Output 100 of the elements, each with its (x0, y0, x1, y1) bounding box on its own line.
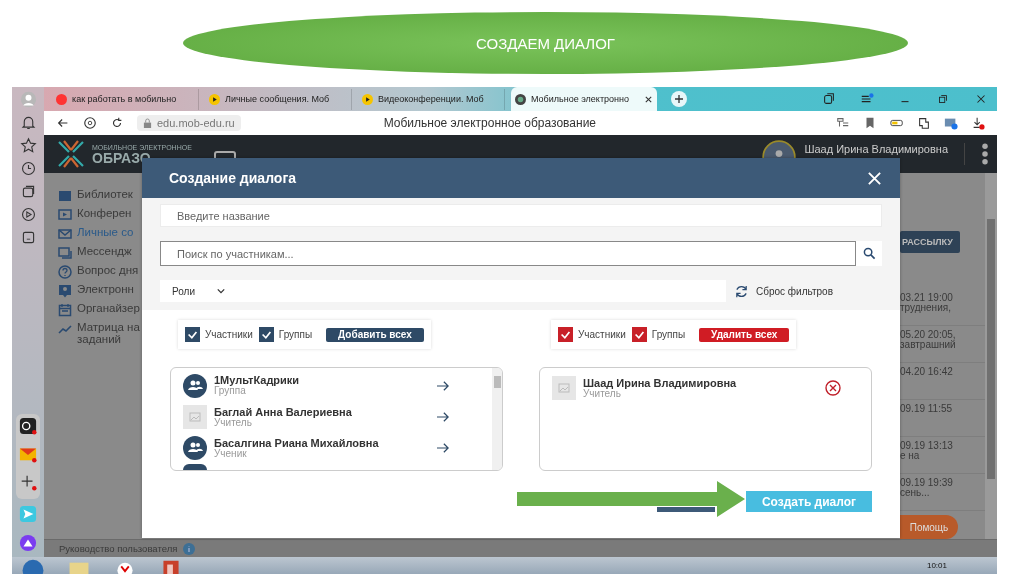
play-icon (209, 93, 220, 105)
protect-icon[interactable] (83, 116, 97, 130)
chart-icon (58, 322, 72, 336)
person-icon (58, 284, 72, 298)
checkbox-label[interactable]: Группы (278, 329, 313, 340)
assistant-icon[interactable] (19, 534, 37, 552)
image-placeholder-icon (552, 376, 576, 400)
restore-icon[interactable] (936, 92, 950, 106)
camera-icon[interactable] (19, 417, 37, 435)
group-icon (183, 436, 207, 461)
message-snippet: е на (900, 451, 921, 461)
browser-tab[interactable]: Видеоконференции. Моб (358, 88, 505, 110)
add-icon[interactable] (19, 473, 37, 491)
search-icon (862, 247, 876, 260)
clock: 10:01 (926, 561, 947, 570)
collections-icon[interactable] (822, 92, 836, 106)
mailing-button[interactable]: РАССЫЛКУ (900, 231, 960, 253)
search-field[interactable]: Поиск по участникам... (160, 241, 856, 266)
browser-tab[interactable]: как работать в мобильно (52, 88, 199, 110)
checkbox-label[interactable]: Участники (578, 329, 626, 340)
start-icon[interactable] (20, 557, 46, 574)
dialog-title: Создание диалога (169, 170, 297, 186)
arrow-right-icon[interactable] (436, 442, 450, 455)
name-field[interactable]: Введите название (160, 204, 882, 227)
image-icon[interactable] (944, 116, 958, 130)
person-name: 1МультКадрики (214, 375, 301, 387)
slide-title: СОЗДАЕМ ДИАЛОГ (476, 34, 615, 52)
question-icon (58, 265, 72, 279)
new-tab-icon[interactable] (671, 91, 687, 107)
message-snippet: сень... (900, 488, 931, 498)
yandex-icon (56, 93, 67, 105)
refresh-icon (734, 283, 749, 299)
mail-icon (58, 227, 72, 241)
message-time: 03.21 19:00 (900, 293, 954, 303)
clock-icon[interactable] (19, 160, 37, 177)
browser-tab[interactable]: Личные сообщения. Моб (205, 88, 352, 110)
nav-item[interactable]: Библиотек (58, 189, 154, 205)
chat-icon (58, 246, 72, 260)
site-icon (515, 93, 526, 105)
reset-filters-button[interactable]: Сброс фильтров (734, 283, 833, 299)
message-time: 09.19 13:13 (900, 441, 954, 451)
scrollbar[interactable] (492, 368, 502, 470)
reader-icon[interactable] (836, 116, 850, 130)
nav-item[interactable]: Матрица на заданий (58, 322, 154, 345)
message-time: 05.20 20:05, (900, 330, 957, 340)
close-icon[interactable] (644, 94, 653, 104)
lock-icon (143, 117, 152, 129)
remove-icon[interactable] (825, 380, 841, 396)
download-icon[interactable] (971, 116, 985, 130)
person-name: Басалгина Риана Михайловна (214, 437, 380, 449)
checkbox-label[interactable]: Группы (651, 329, 686, 340)
message-time: 09.19 11:55 (900, 404, 954, 414)
group-icon (183, 373, 207, 398)
bell-icon[interactable] (19, 114, 37, 131)
star-icon[interactable] (19, 137, 37, 154)
checkbox[interactable] (558, 327, 573, 342)
browser-tab[interactable]: Мобильное электронно (511, 87, 657, 111)
image-placeholder-icon (183, 405, 207, 430)
person-role: Учитель (214, 417, 253, 428)
nav-item[interactable]: Органайзер (58, 303, 154, 319)
guide-link[interactable]: Руководство пользователя (59, 543, 178, 554)
remove-all-button[interactable]: Удалить всех (699, 327, 790, 342)
message-time: 09.19 19:39 (900, 478, 954, 488)
person-name: Баглай Анна Валериевна (214, 406, 353, 418)
address-field[interactable]: edu.mob-edu.ru (137, 115, 241, 131)
play-icon[interactable] (19, 206, 37, 223)
user-name[interactable]: Шаад Ирина Владимировна (804, 135, 948, 155)
roles-dropdown[interactable]: Роли (160, 280, 726, 302)
nav-item[interactable]: Мессендж (58, 246, 154, 262)
extension-icon[interactable] (917, 116, 931, 130)
message-snippet: завтрашний (900, 340, 957, 350)
person-role: Группа (214, 386, 246, 397)
help-button[interactable]: Помощь (900, 515, 958, 539)
add-all-button[interactable]: Добавить всех (326, 327, 424, 342)
reload-icon[interactable] (110, 116, 124, 130)
nav-item[interactable]: Вопрос дня (58, 265, 154, 281)
arrow-right-icon[interactable] (436, 411, 450, 424)
play-icon (362, 93, 373, 105)
calendar-icon (58, 303, 72, 317)
search-button[interactable] (856, 241, 882, 266)
message-time: 04.20 16:42 (900, 367, 954, 377)
nav-item[interactable]: Электронн (58, 284, 154, 300)
arrow-right-icon[interactable] (436, 379, 450, 392)
logo-icon (56, 139, 86, 169)
avatar-icon (183, 464, 207, 470)
nav-item[interactable]: Конферен (58, 208, 154, 224)
book-icon (58, 189, 72, 203)
checkbox[interactable] (185, 327, 200, 342)
back-icon[interactable] (56, 116, 70, 130)
checkbox-label[interactable]: Участники (205, 329, 253, 340)
checkbox[interactable] (258, 327, 274, 342)
screen-icon (58, 208, 72, 222)
person-role: Учитель (583, 388, 621, 399)
checkbox[interactable] (631, 327, 647, 342)
chevron-icon (217, 288, 225, 294)
person-role: Ученик (214, 448, 248, 459)
person-name: Шаад Ирина Владимировна (583, 377, 738, 389)
scrollbar[interactable] (985, 173, 997, 539)
message-snippet: труднения, (900, 303, 952, 313)
page-title: Мобильное электронное образование (383, 116, 597, 130)
